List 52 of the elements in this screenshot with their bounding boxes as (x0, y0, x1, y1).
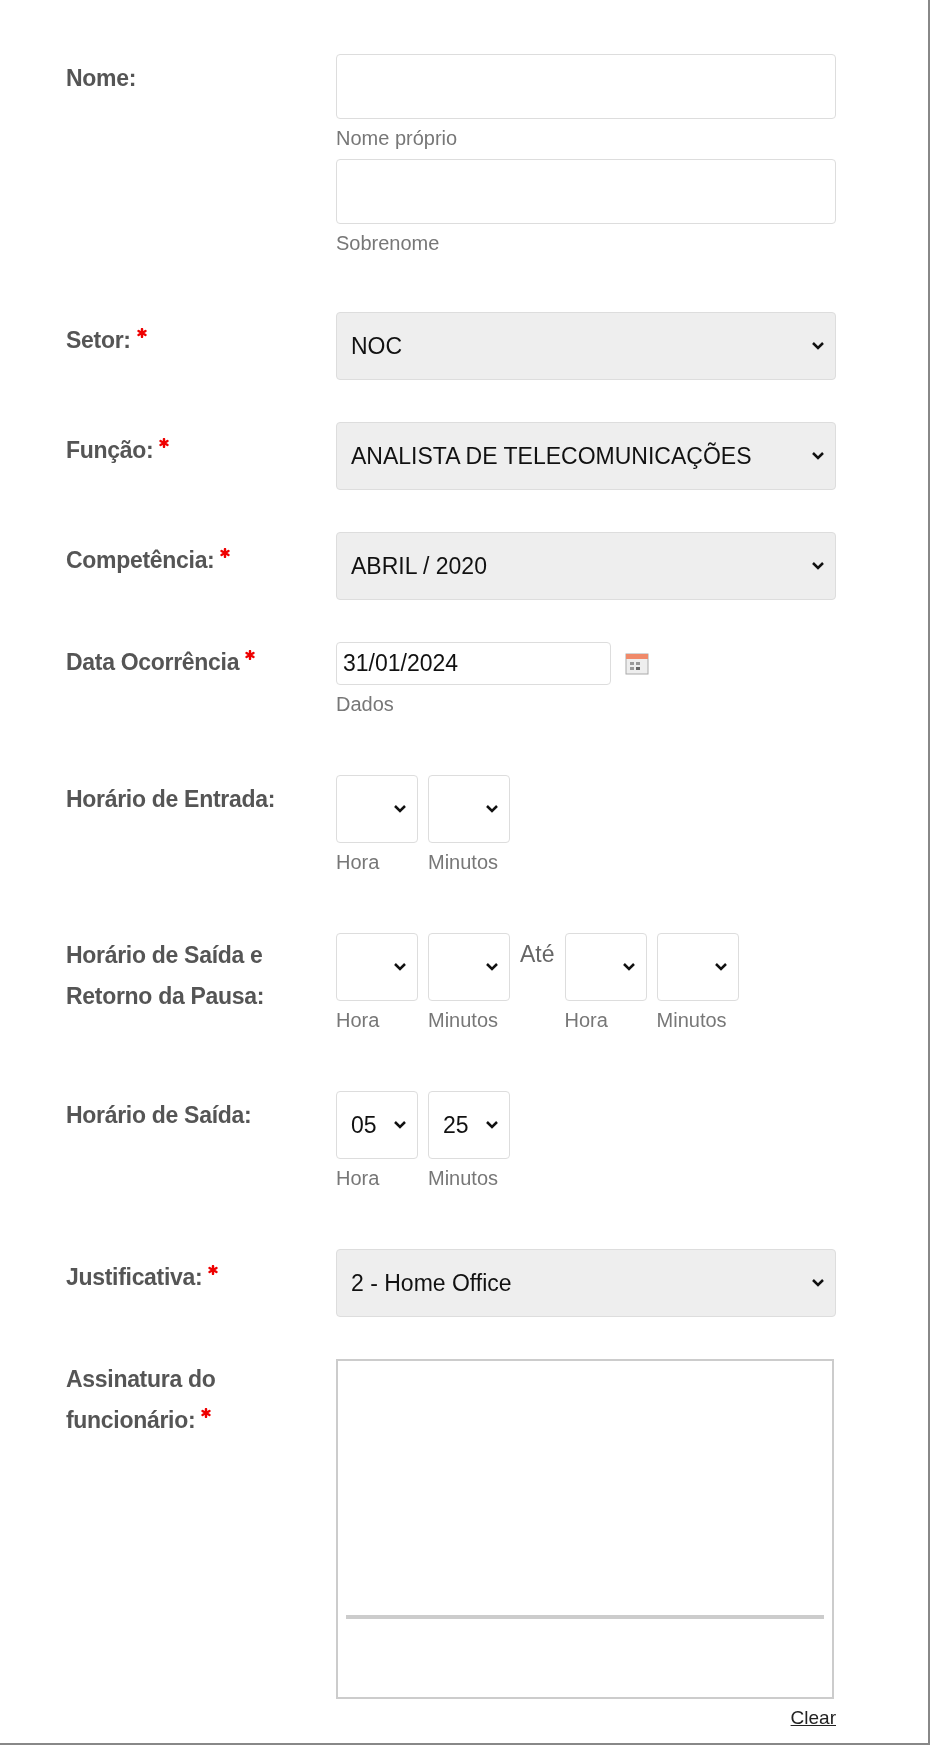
time-select[interactable] (428, 933, 510, 1001)
caret-icon (811, 451, 825, 461)
date-input[interactable]: 31/01/2024 (336, 642, 611, 685)
field-hint: Nome próprio (336, 126, 458, 151)
dropdown-select[interactable]: 2 - Home Office (336, 1249, 836, 1317)
caret-icon (393, 804, 407, 814)
time-select[interactable]: 05 (336, 1091, 418, 1159)
field-hint: Minutos (428, 1166, 500, 1191)
field-label: Horário de Entrada: (66, 786, 275, 812)
field-label: Assinatura do funcionário: (66, 1366, 216, 1433)
caret-icon (811, 561, 825, 571)
field-label: Horário de Saída: (66, 1102, 252, 1128)
field-hint: Sobrenome (336, 231, 440, 256)
caret-icon (811, 341, 825, 351)
range-separator: Até (520, 941, 555, 968)
field-hint: Hora (336, 1166, 381, 1191)
field-label: Competência: (66, 547, 215, 573)
time-select[interactable] (656, 933, 739, 1001)
dropdown-select[interactable]: ANALISTA DE TELECOMUNICAÇÕES (336, 422, 836, 490)
field-hint: Minutos (656, 1008, 728, 1033)
calendar-icon[interactable] (625, 651, 649, 676)
caret-icon (393, 962, 407, 972)
field-hint: Minutos (428, 850, 500, 875)
caret-icon (485, 962, 499, 972)
text-input[interactable] (336, 159, 836, 224)
field-label: Data Ocorrência (66, 649, 240, 675)
time-select[interactable] (428, 775, 510, 843)
clear-link[interactable]: Clear (790, 1707, 836, 1729)
time-select[interactable]: 25 (428, 1091, 510, 1159)
field-hint: Minutos (428, 1008, 500, 1033)
caret-icon (713, 962, 728, 972)
field-label: Nome: (66, 65, 137, 91)
field-label: Horário de Saída e Retorno da Pausa: (66, 942, 265, 1009)
field-hint: Hora (564, 1008, 609, 1033)
text-input[interactable] (336, 54, 836, 119)
caret-icon (485, 1120, 499, 1130)
field-label: Justificativa: (66, 1264, 203, 1290)
caret-icon (393, 1120, 407, 1130)
caret-icon (621, 962, 636, 972)
time-select[interactable] (564, 933, 647, 1001)
signature-pad[interactable] (336, 1359, 834, 1699)
caret-icon (485, 804, 499, 814)
time-select[interactable] (336, 933, 418, 1001)
field-label: Função: (66, 437, 154, 463)
field-hint: Hora (336, 850, 381, 875)
time-select[interactable] (336, 775, 418, 843)
field-hint: Hora (336, 1008, 381, 1033)
dropdown-select[interactable]: ABRIL / 2020 (336, 532, 836, 600)
field-hint: Dados (336, 692, 394, 717)
dropdown-select[interactable]: NOC (336, 312, 836, 380)
caret-icon (811, 1278, 825, 1288)
field-label: Setor: (66, 327, 131, 353)
